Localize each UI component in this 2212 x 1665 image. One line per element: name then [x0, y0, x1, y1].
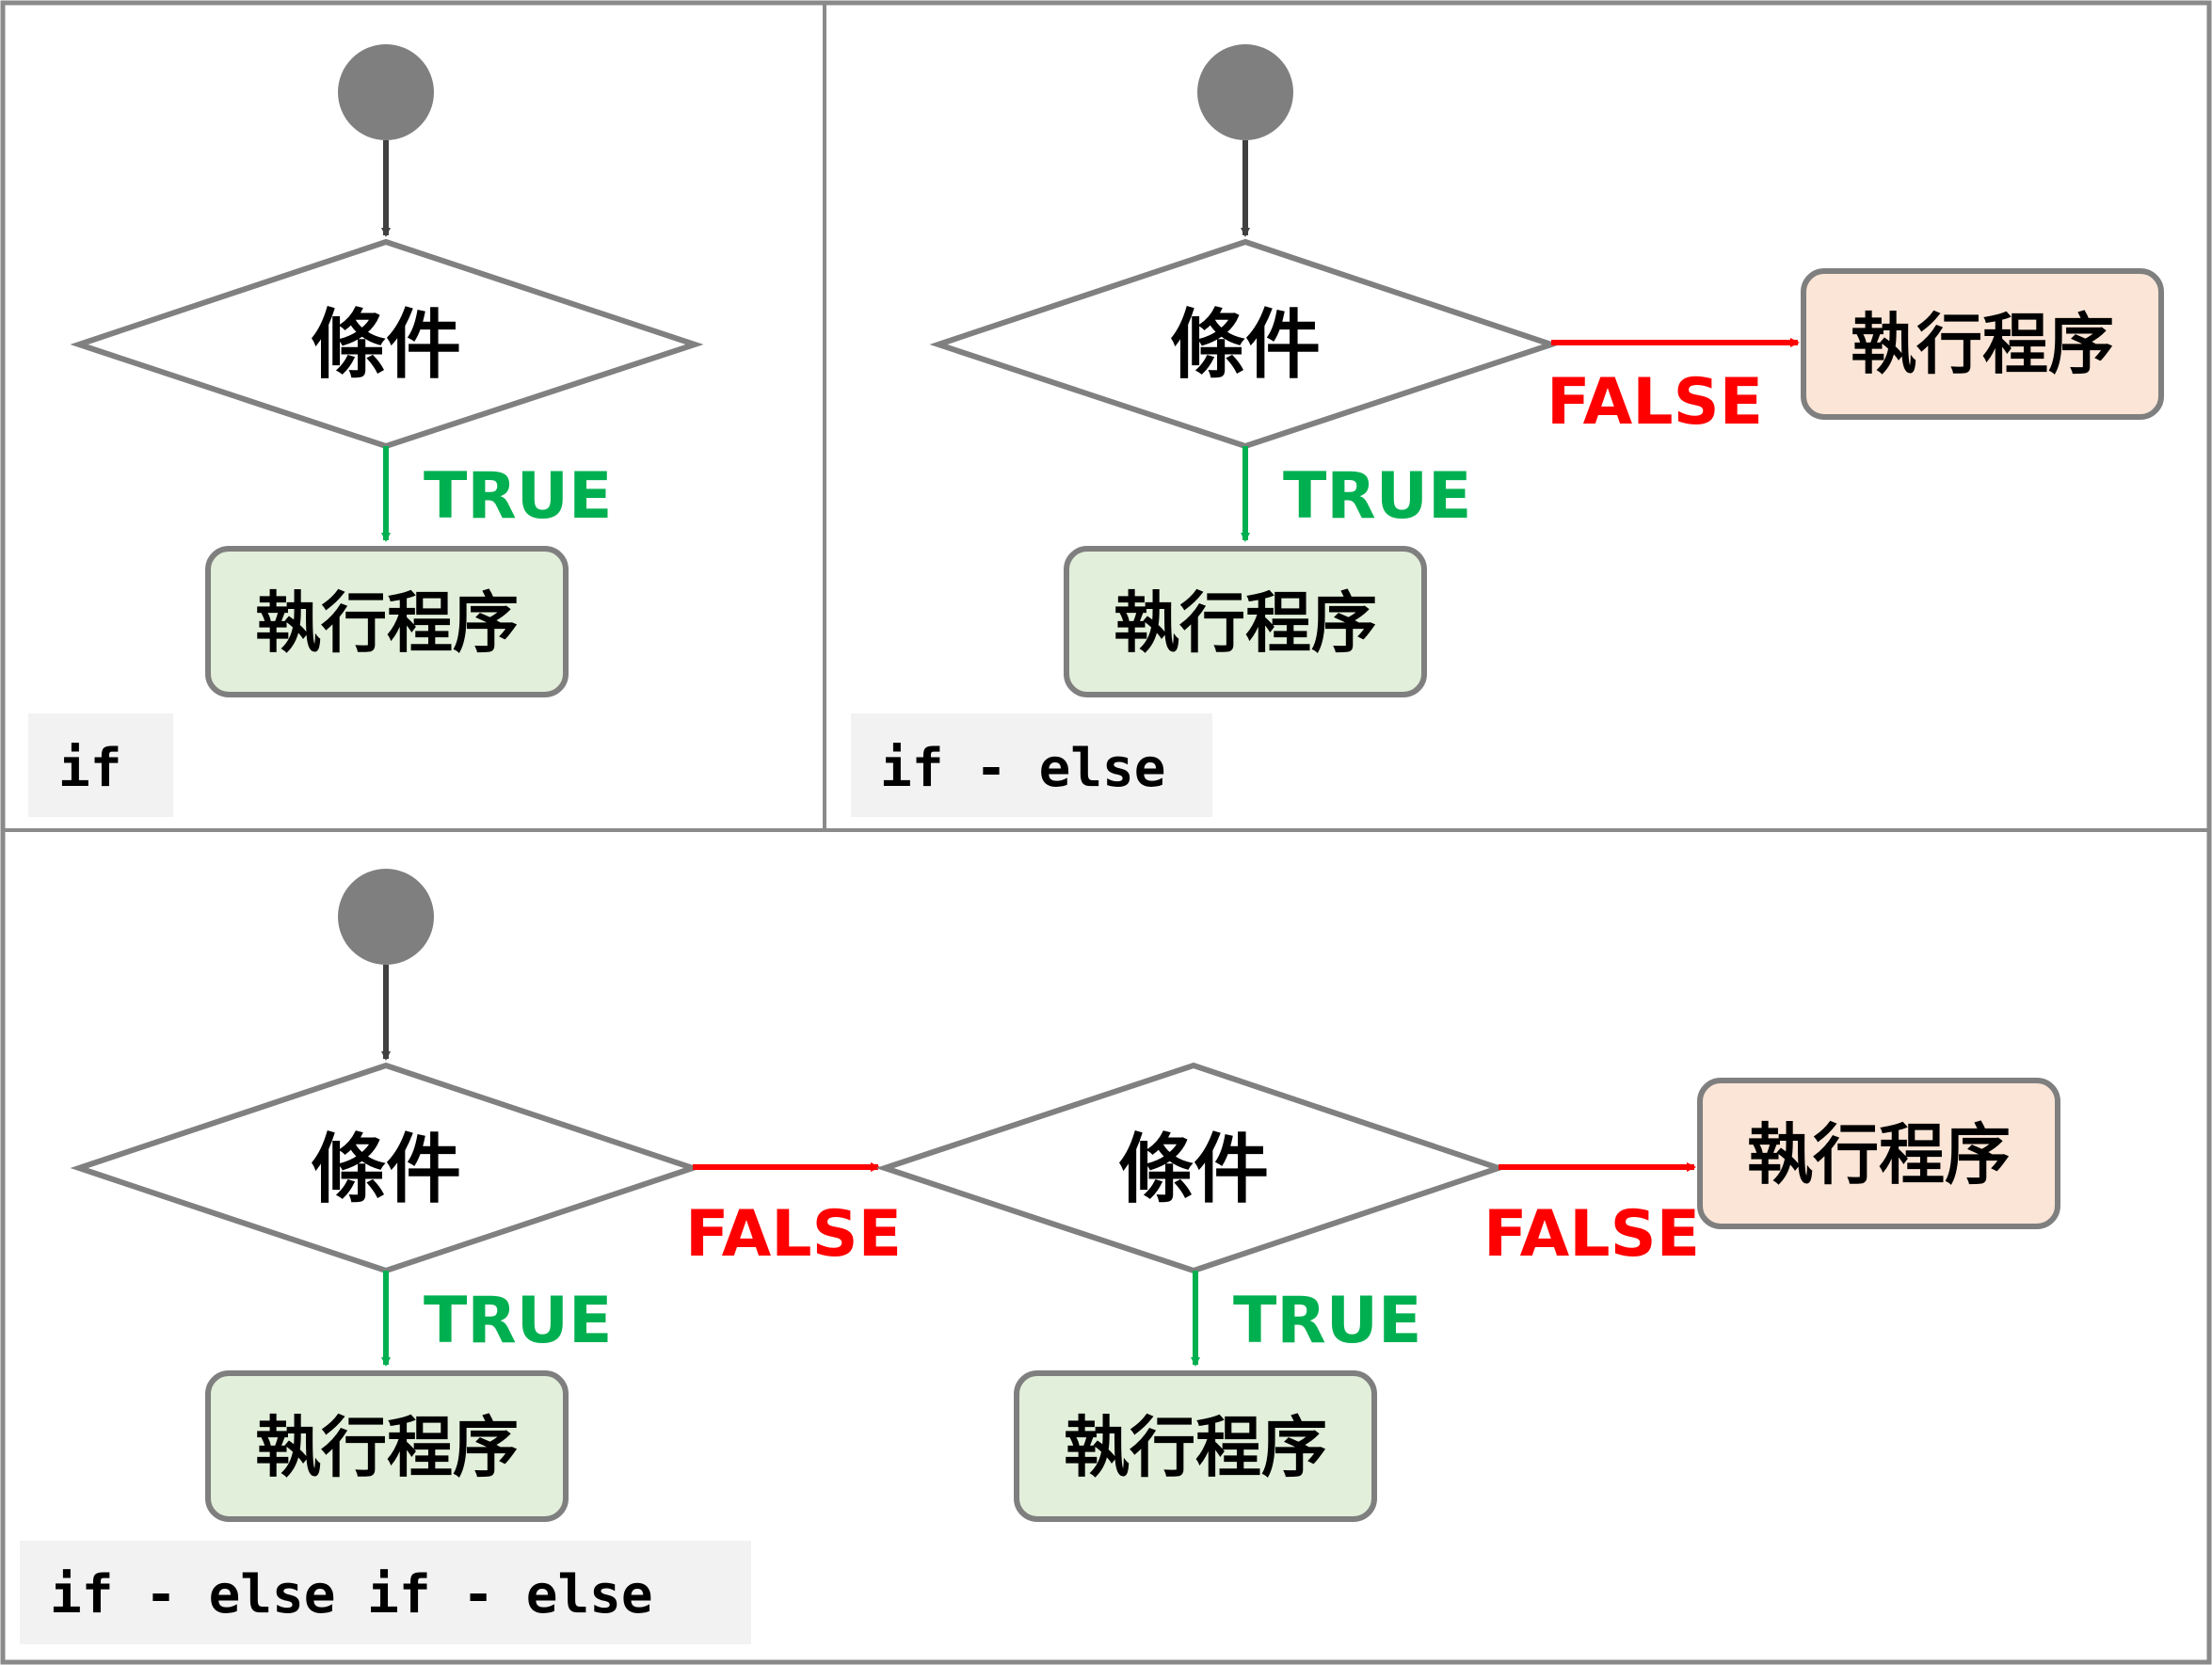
true-label-1: TRUE: [424, 1284, 612, 1358]
false-action-text: 執行程序: [1747, 1116, 2011, 1193]
flowchart-diagram: 條件 TRUE 執行程序 if 條件 FALSE 執行程序 TRUE 執行程序 …: [0, 0, 2212, 1665]
caption-text: if - else: [880, 738, 1165, 799]
true-action-text: 執行程序: [1114, 584, 1377, 662]
true-action-text-1: 執行程序: [255, 1409, 519, 1486]
true-action-text: 執行程序: [255, 584, 519, 662]
condition-text-2: 條件: [1118, 1126, 1269, 1213]
panel-if-elseif-else: 條件 FALSE TRUE 執行程序 條件 FALSE 執行程序 TRUE 執行…: [20, 869, 2060, 1644]
true-action-text-2: 執行程序: [1064, 1409, 1327, 1486]
start-node: [338, 869, 434, 965]
true-label-2: TRUE: [1233, 1284, 1421, 1358]
condition-text: 條件: [1170, 301, 1321, 389]
true-label: TRUE: [1283, 459, 1471, 534]
condition-text-1: 條件: [311, 1126, 461, 1213]
false-action-text: 執行程序: [1851, 306, 2114, 383]
panel-if-else: 條件 FALSE 執行程序 TRUE 執行程序 if - else: [851, 44, 2164, 817]
caption-text: if: [58, 738, 121, 799]
panel-if: 條件 TRUE 執行程序 if: [28, 44, 704, 817]
caption-text: if - else if - else: [50, 1564, 653, 1625]
start-node: [1197, 44, 1293, 140]
false-label-1: FALSE: [685, 1197, 902, 1272]
false-label-2: FALSE: [1483, 1197, 1700, 1272]
start-node: [338, 44, 434, 140]
condition-text: 條件: [311, 301, 461, 389]
false-label: FALSE: [1547, 365, 1763, 440]
true-label: TRUE: [424, 459, 612, 534]
